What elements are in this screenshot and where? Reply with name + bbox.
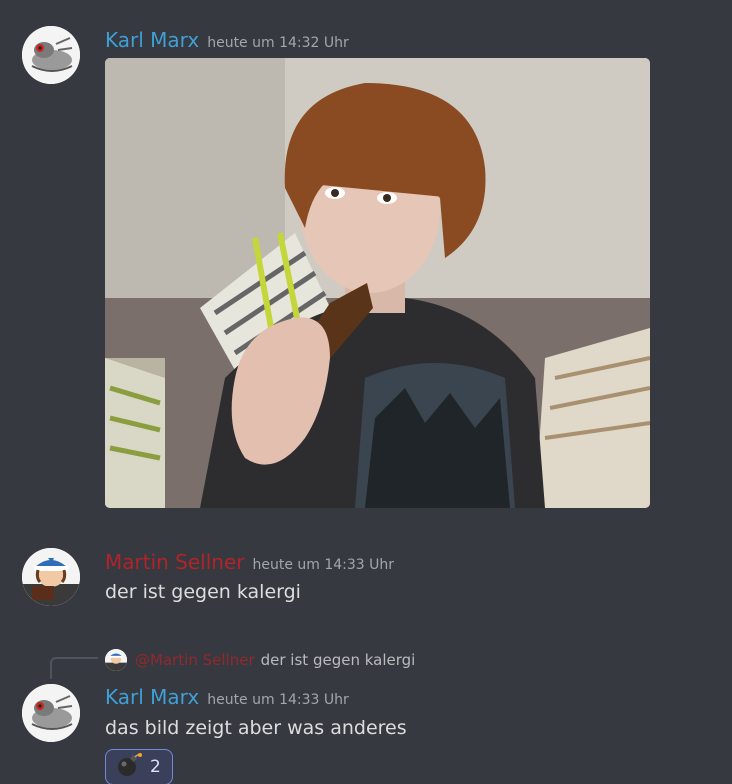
gecko-drawing-avatar-icon[interactable]	[22, 684, 80, 742]
message-text: das bild zeigt aber was anderes	[105, 717, 407, 739]
image-attachment[interactable]	[105, 58, 650, 508]
reaction-button[interactable]: 2	[105, 749, 173, 784]
cartoon-kid-mini-avatar-icon	[105, 649, 127, 671]
reply-mention[interactable]: @Martin Sellner	[135, 651, 255, 669]
reply-connector	[50, 657, 98, 679]
gecko-drawing-avatar-icon[interactable]	[22, 26, 80, 84]
reply-preview[interactable]: @Martin Sellner der ist gegen kalergi	[105, 648, 415, 672]
author-name[interactable]: Karl Marx	[105, 28, 199, 52]
message-timestamp: heute um 14:32 Uhr	[207, 35, 349, 51]
reaction-count: 2	[150, 757, 161, 777]
author-name[interactable]: Karl Marx	[105, 685, 199, 709]
bomb-icon	[116, 753, 142, 781]
message-timestamp: heute um 14:33 Uhr	[252, 557, 395, 573]
author-name[interactable]: Martin Sellner	[105, 550, 244, 574]
message-timestamp: heute um 14:33 Uhr	[207, 692, 349, 708]
message-text: der ist gegen kalergi	[105, 581, 301, 603]
cartoon-kid-avatar-icon[interactable]	[22, 548, 80, 606]
reply-text: der ist gegen kalergi	[260, 651, 416, 669]
